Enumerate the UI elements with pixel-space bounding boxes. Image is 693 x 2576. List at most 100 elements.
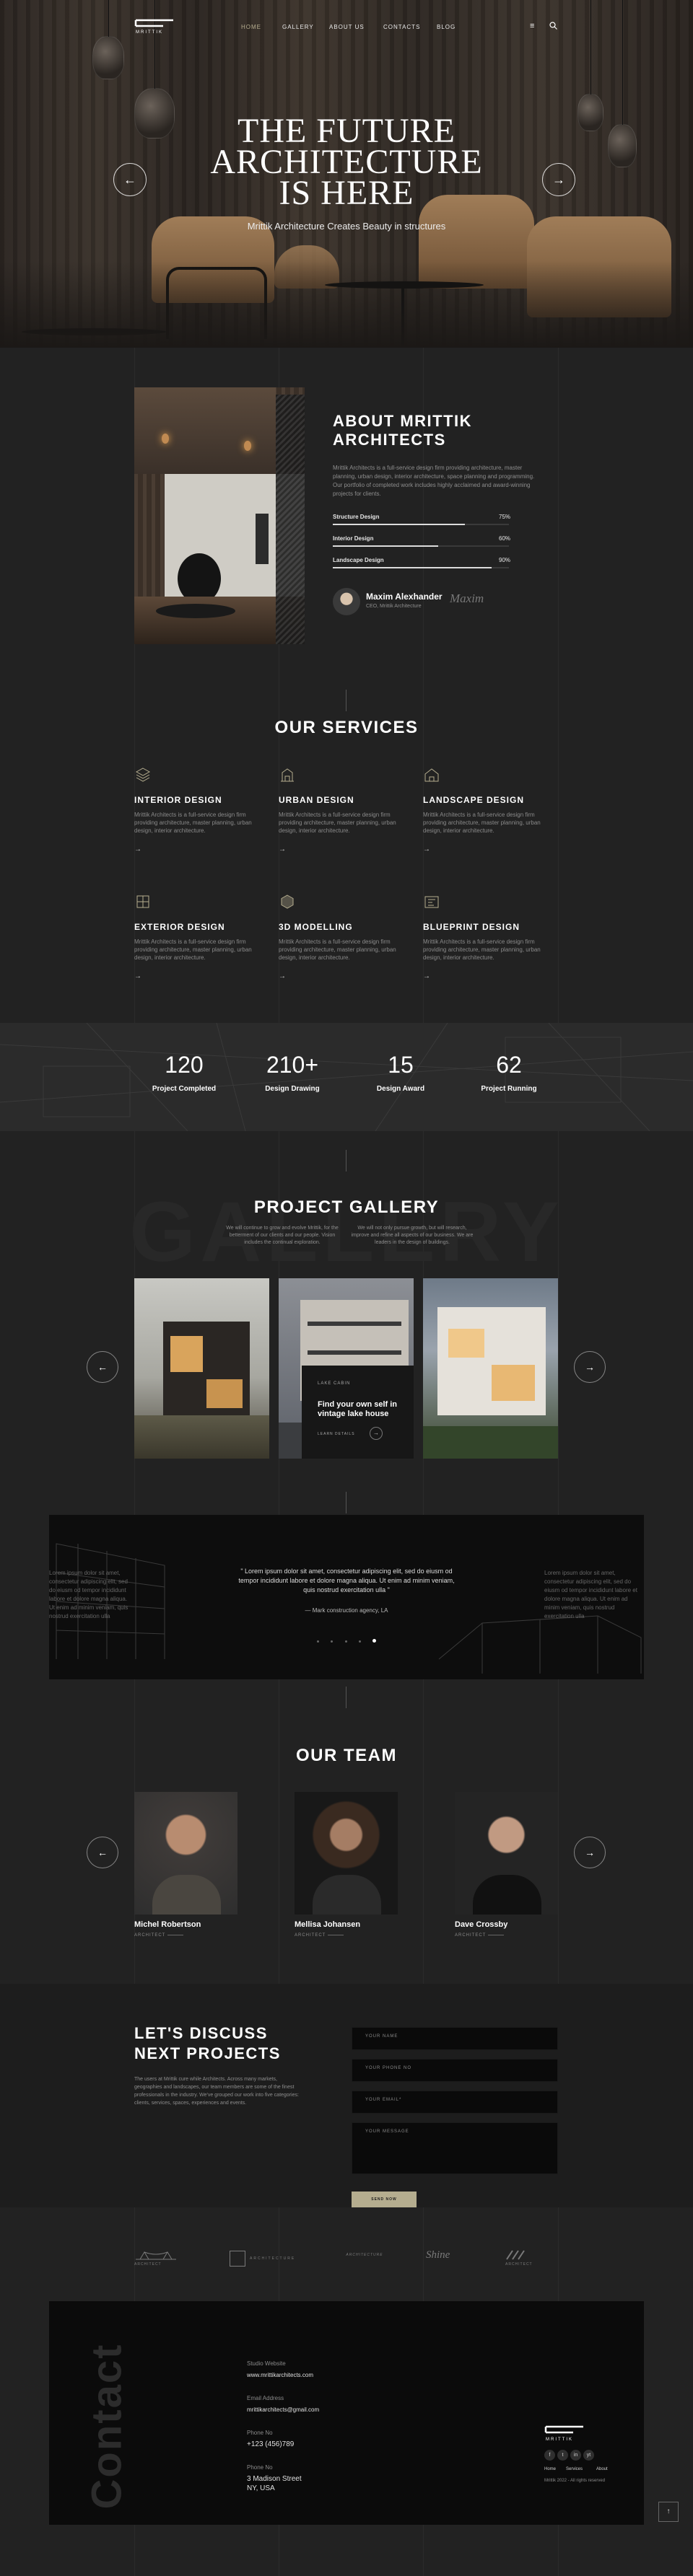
arrow-right-icon[interactable]: → (134, 845, 141, 853)
phone-label: Phone No (247, 2430, 273, 2436)
nav-home[interactable]: HOME (241, 24, 261, 30)
team-photo-2[interactable] (295, 1792, 398, 1915)
address-line: NY, USA (247, 2484, 275, 2492)
slash-icon (506, 2250, 525, 2260)
name-field[interactable]: YOUR NAME (352, 2027, 558, 2050)
team-member-name[interactable]: Dave Crossby (455, 1920, 507, 1929)
service-description: Mrittik Architects is a full-service des… (423, 812, 541, 834)
hero-subtitle: Mrittik Architecture Creates Beauty in s… (247, 221, 446, 232)
slider-dot[interactable] (331, 1640, 334, 1643)
team-role-text: ARCHITECT (134, 1933, 166, 1938)
service-title[interactable]: LANDSCAPE DESIGN (423, 795, 524, 805)
slider-dot[interactable] (316, 1640, 319, 1643)
stat-value: 62 (496, 1052, 522, 1078)
footer-link-about[interactable]: About (596, 2467, 608, 2471)
stat-value: 15 (388, 1052, 414, 1078)
cube-icon (281, 894, 294, 909)
discuss-heading-line: NEXT PROJECTS (134, 2044, 281, 2062)
skill-value: 75% (499, 514, 511, 520)
blueprint-icon (424, 896, 439, 908)
gallery-prev-button[interactable]: ← (87, 1351, 118, 1383)
nav-gallery[interactable]: GALLERY (282, 24, 314, 30)
gallery-intro-right: We will not only pursue growth, but will… (351, 1226, 474, 1245)
arrow-right-icon[interactable]: → (423, 972, 430, 980)
about-heading: ABOUT MRITTIK ARCHITECTS (333, 412, 472, 449)
discuss-text: The users at Mrittik cure while Architec… (134, 2077, 299, 2106)
email-field[interactable]: YOUR EMAIL* (352, 2091, 558, 2114)
skill-label: Interior Design (333, 535, 374, 542)
service-title[interactable]: BLUEPRINT DESIGN (423, 922, 520, 932)
slider-dot[interactable] (358, 1640, 361, 1643)
email-label: Email Address (247, 2395, 284, 2401)
studio-value[interactable]: www.mrittikarchitects.com (247, 2370, 313, 2380)
service-title[interactable]: INTERIOR DESIGN (134, 795, 222, 805)
footer-logo[interactable]: MRITTIK (544, 2425, 585, 2443)
facebook-icon[interactable]: f (544, 2450, 555, 2461)
card-link[interactable]: LEARN DETAILS (318, 1432, 355, 1436)
team-member-name[interactable]: Mellisa Johansen (295, 1920, 360, 1929)
phone-value[interactable]: +123 (456)789 (247, 2440, 294, 2449)
arrow-up-icon: ↑ (666, 2507, 671, 2515)
address-line: 3 Madison Street (247, 2475, 302, 2483)
discuss-heading: LET'S DISCUSS NEXT PROJECTS (134, 2023, 281, 2064)
team-member-role: ARCHITECT (455, 1933, 504, 1938)
hero-next-button[interactable]: → (542, 163, 575, 196)
skill-bar (333, 567, 492, 568)
office-label: Phone No (247, 2464, 273, 2471)
testimonial-dots (310, 1633, 383, 1646)
team-member-role: ARCHITECT (295, 1933, 344, 1938)
hero-prev-button[interactable]: ← (113, 163, 147, 196)
gallery-next-button[interactable]: → (574, 1351, 606, 1383)
search-icon[interactable] (549, 22, 557, 30)
person-role: CEO, Mrittik Architecture (366, 604, 422, 609)
email-value[interactable]: mrittikarchitects@gmail.com (247, 2405, 319, 2414)
footer-logo-text: MRITTIK (546, 2437, 573, 2442)
arrow-right-icon: → (552, 172, 565, 187)
exterior-icon (136, 895, 149, 908)
hero-section: MRITTIK HOME GALLERY ABOUT US CONTACTS B… (0, 0, 693, 348)
team-prev-button[interactable]: ← (87, 1837, 118, 1868)
card-arrow-button[interactable]: → (370, 1427, 383, 1440)
send-button[interactable]: SEND NOW (352, 2192, 417, 2207)
service-title[interactable]: URBAN DESIGN (279, 795, 354, 805)
service-title[interactable]: 3D MODELLING (279, 922, 353, 932)
copyright: Mrittik 2022 - All rights reserved (544, 2479, 606, 2483)
skill-value: 90% (499, 557, 511, 563)
pendant-lamp (608, 0, 637, 167)
brand-logo-4: Shine (426, 2249, 450, 2261)
arrow-right-icon[interactable]: → (423, 845, 430, 853)
testimonial-side-right: Lorem ipsum dolor sit amet, consectetur … (544, 1570, 637, 1619)
arrow-right-icon[interactable]: → (279, 845, 286, 853)
card-title-line: vintage lake house (318, 1410, 389, 1418)
nav-contacts[interactable]: CONTACTS (383, 24, 420, 30)
gallery-image-1[interactable] (134, 1278, 269, 1459)
nav-about-us[interactable]: ABOUT US (329, 24, 365, 30)
arrow-right-icon[interactable]: → (279, 972, 286, 980)
grid-icon (230, 2251, 245, 2267)
skill-bar (333, 524, 465, 525)
footer-link-services[interactable]: Services (566, 2467, 583, 2471)
arrow-right-icon[interactable]: → (134, 972, 141, 980)
scroll-top-button[interactable]: ↑ (658, 2502, 679, 2522)
gallery-image-3[interactable] (423, 1278, 558, 1459)
service-description: Mrittik Architects is a full-service des… (423, 938, 541, 961)
slider-dot-active[interactable] (372, 1639, 377, 1643)
team-member-role: ARCHITECT (134, 1933, 183, 1938)
stat-label: Project Running (481, 1085, 537, 1093)
slider-dot[interactable] (344, 1640, 347, 1643)
team-next-button[interactable]: → (574, 1837, 606, 1868)
avatar (333, 588, 360, 615)
footer-link-home[interactable]: Home (544, 2467, 556, 2471)
youtube-icon[interactable]: yt (583, 2450, 594, 2461)
team-member-name[interactable]: Michel Robertson (134, 1920, 201, 1929)
team-photo-1[interactable] (134, 1792, 237, 1915)
menu-icon[interactable]: ≡ (530, 22, 534, 30)
mrittik-logo[interactable]: MRITTIK (134, 19, 175, 35)
linkedin-icon[interactable]: in (570, 2450, 581, 2461)
nav-blog[interactable]: BLOG (437, 24, 456, 30)
team-photo-3[interactable] (455, 1792, 558, 1915)
twitter-icon[interactable]: t (557, 2450, 568, 2461)
message-field[interactable]: YOUR MESSAGE (352, 2122, 558, 2174)
phone-field[interactable]: YOUR PHONE NO (352, 2059, 558, 2082)
service-title[interactable]: EXTERIOR DESIGN (134, 922, 225, 932)
